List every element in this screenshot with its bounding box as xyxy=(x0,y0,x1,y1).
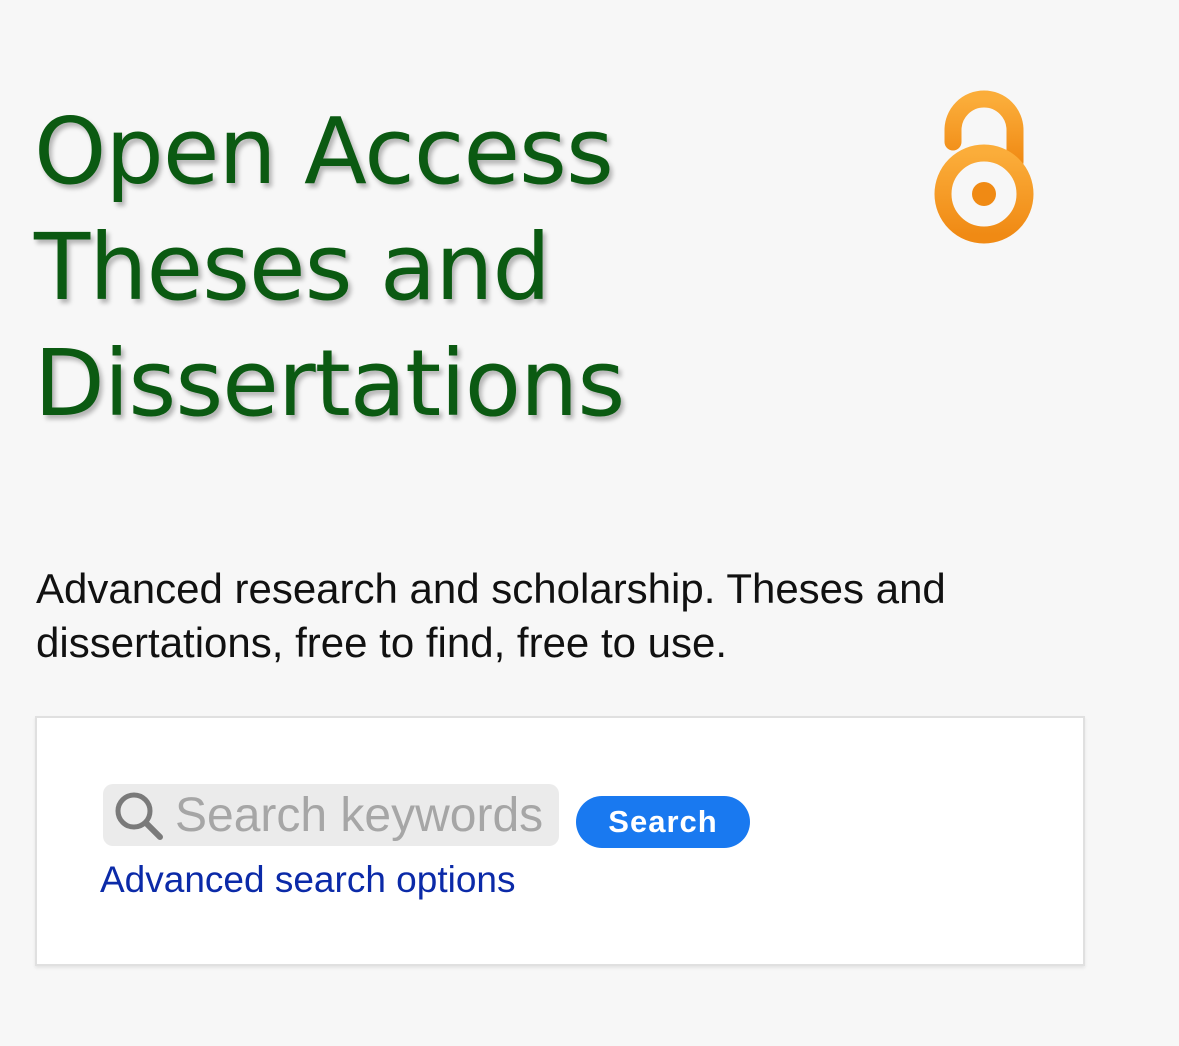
open-access-lock-icon xyxy=(928,84,1040,250)
page-title-line-2: Theses and xyxy=(34,214,551,321)
page-title-line-1: Open Access xyxy=(34,98,614,205)
advanced-search-link[interactable]: Advanced search options xyxy=(100,856,516,904)
search-input[interactable] xyxy=(175,784,545,846)
search-field[interactable] xyxy=(103,784,559,846)
tagline: Advanced research and scholarship. These… xyxy=(36,565,946,666)
search-button[interactable]: Search xyxy=(576,796,750,848)
search-icon xyxy=(113,790,165,842)
search-card: Search Advanced search options xyxy=(35,716,1085,966)
page-title: Open Access Theses and Dissertations xyxy=(34,94,754,442)
page-title-line-3: Dissertations xyxy=(34,330,625,437)
